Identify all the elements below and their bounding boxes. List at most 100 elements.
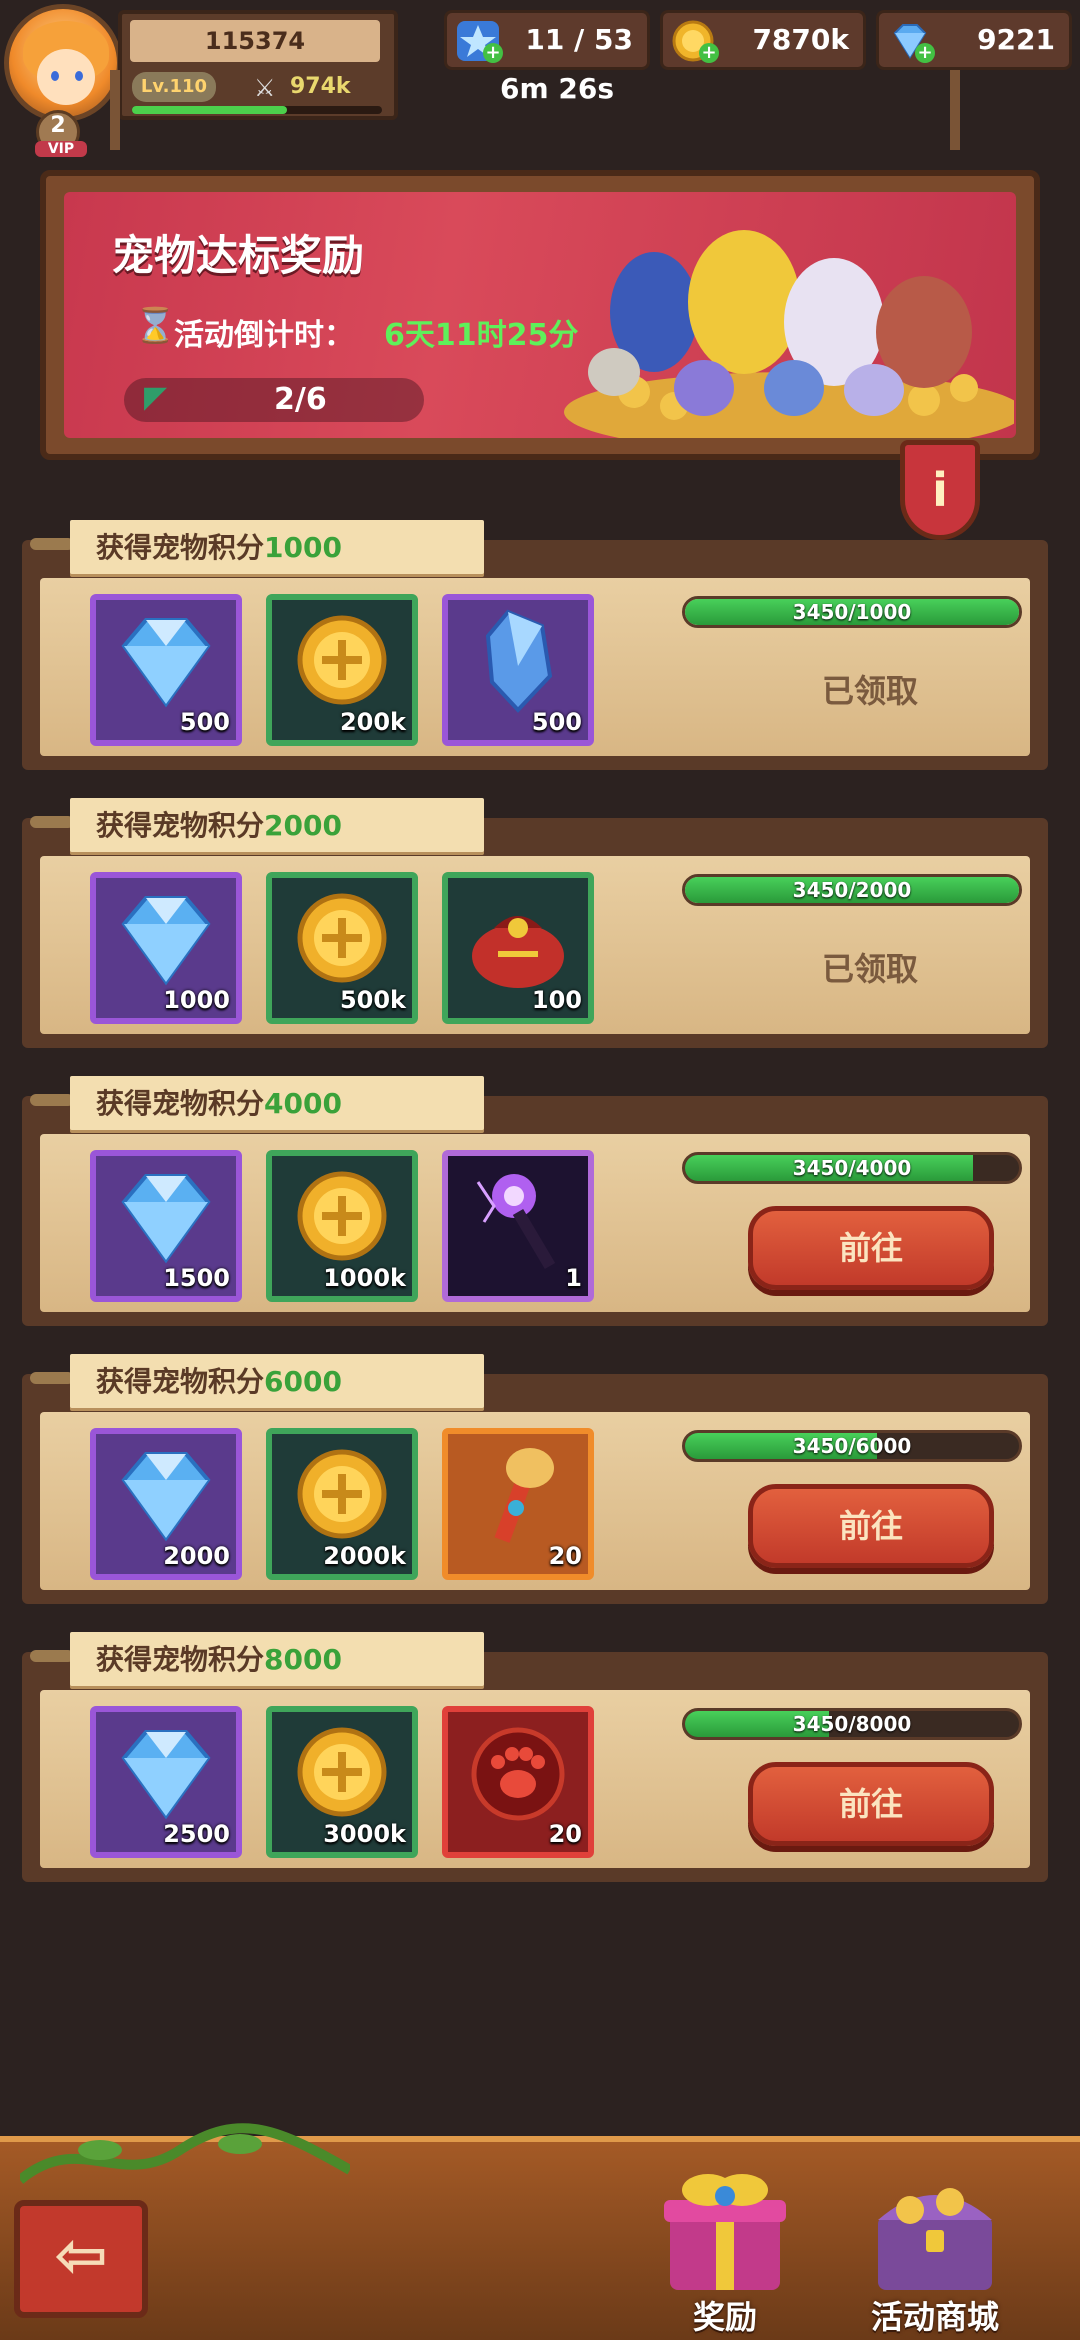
hourglass-icon: ⌛ xyxy=(134,306,177,346)
tab-rewards-label: 奖励 xyxy=(692,2298,757,2336)
event-banner: 宠物达标奖励 ⌛ 活动倒计时： 6天11时25分 ◤ 2/6 xyxy=(40,170,1040,460)
tier-title: 获得宠物积分6000 xyxy=(96,1362,342,1402)
tier-label: 获得宠物积分 xyxy=(96,1087,265,1120)
reward-item[interactable]: 100 xyxy=(442,872,594,1024)
reward-quantity: 2000k xyxy=(323,1542,406,1570)
gems-chip[interactable]: + 9221 xyxy=(876,10,1072,70)
reward-quantity: 2000 xyxy=(163,1542,230,1570)
reward-quantity: 3000k xyxy=(323,1820,406,1848)
reward-item[interactable]: 20 xyxy=(442,1706,594,1858)
back-button[interactable]: ⇦ xyxy=(14,2200,148,2318)
reward-item[interactable]: 1 xyxy=(442,1150,594,1302)
tier-progress-bar: 3450/4000 xyxy=(682,1152,1022,1184)
reward-quantity: 1000k xyxy=(323,1264,406,1292)
tier-label: 获得宠物积分 xyxy=(96,531,265,564)
reward-item[interactable]: 3000k xyxy=(266,1706,418,1858)
stamina-value: 11 / 53 xyxy=(525,23,633,56)
exp-bar xyxy=(132,106,382,114)
progress-text: 3450/2000 xyxy=(792,878,912,902)
reward-item[interactable]: 2000 xyxy=(90,1428,242,1580)
reward-quantity: 500 xyxy=(531,708,582,736)
progress-text: 3450/1000 xyxy=(792,600,912,624)
avatar-eye xyxy=(75,71,83,81)
reward-quantity: 1500 xyxy=(163,1264,230,1292)
reward-item[interactable]: 1500 xyxy=(90,1150,242,1302)
reward-item[interactable]: 500 xyxy=(90,594,242,746)
reward-item[interactable]: 200k xyxy=(266,594,418,746)
banner-title: 宠物达标奖励 xyxy=(112,231,365,280)
player-id: 115374 xyxy=(130,20,380,62)
go-button[interactable]: 前往 xyxy=(748,1484,994,1568)
rope-decoration xyxy=(30,538,74,550)
reward-item[interactable]: 2500 xyxy=(90,1706,242,1858)
reward-item[interactable]: 500 xyxy=(442,594,594,746)
reward-item[interactable]: 20 xyxy=(442,1428,594,1580)
reward-quantity: 20 xyxy=(548,1542,582,1570)
reward-tier-card: 获得宠物积分8000 2500 3000k 20 3450/8000 前往 xyxy=(22,1632,1048,1882)
exp-bar-fill xyxy=(132,106,287,114)
rope-decoration xyxy=(30,1094,74,1106)
player-level: Lv.110 xyxy=(132,72,216,102)
gold-chip[interactable]: + 7870k xyxy=(660,10,866,70)
stamina-chip[interactable]: + 11 / 53 xyxy=(444,10,650,70)
progress-text: 3450/8000 xyxy=(792,1712,912,1736)
vip-label: VIP xyxy=(35,141,87,157)
treasure-chest-icon xyxy=(878,2188,992,2290)
reward-item[interactable]: 500k xyxy=(266,872,418,1024)
banner-progress: 2/6 xyxy=(274,382,327,417)
tab-rewards[interactable]: 奖励 xyxy=(630,2160,820,2340)
add-stamina-icon[interactable]: + xyxy=(483,43,503,63)
avatar-face xyxy=(37,49,95,105)
tier-progress-bar: 3450/6000 xyxy=(682,1430,1022,1462)
rope-decoration xyxy=(30,1650,74,1662)
tier-label: 获得宠物积分 xyxy=(96,809,265,842)
progress-text: 3450/4000 xyxy=(792,1156,912,1180)
reward-item[interactable]: 1000 xyxy=(90,872,242,1024)
rope-decoration xyxy=(30,1372,74,1384)
tier-title: 获得宠物积分1000 xyxy=(96,528,342,568)
banner-rope-right xyxy=(950,70,960,150)
tier-points: 4000 xyxy=(264,1087,342,1120)
reward-quantity: 100 xyxy=(531,986,582,1014)
stamina-timer: 6m 26s xyxy=(500,72,615,105)
go-button[interactable]: 前往 xyxy=(748,1762,994,1846)
reward-tier-card: 获得宠物积分2000 1000 500k 100 3450/2000 已领取 xyxy=(22,798,1048,1048)
claimed-status: 已领取 xyxy=(822,950,919,988)
tier-label: 获得宠物积分 xyxy=(96,1643,265,1676)
progress-text: 3450/6000 xyxy=(792,1434,912,1458)
add-gold-icon[interactable]: + xyxy=(699,43,719,63)
flag-icon: ◤ xyxy=(144,380,168,415)
gift-box-icon xyxy=(664,2174,786,2290)
tier-points: 8000 xyxy=(264,1643,342,1676)
reward-quantity: 1000 xyxy=(163,986,230,1014)
tab-event-shop-label: 活动商城 xyxy=(870,2298,999,2336)
crossed-swords-icon: ⚔ xyxy=(254,74,276,102)
vip-level: 2 xyxy=(50,113,66,138)
vine-decoration xyxy=(20,2123,350,2184)
reward-tier-card: 获得宠物积分1000 500 200k 500 3450/1000 已领取 xyxy=(22,520,1048,770)
reward-item[interactable]: 1000k xyxy=(266,1150,418,1302)
add-gems-icon[interactable]: + xyxy=(915,43,935,63)
tier-title: 获得宠物积分4000 xyxy=(96,1084,342,1124)
tier-points: 2000 xyxy=(264,809,342,842)
tier-points: 1000 xyxy=(264,531,342,564)
player-avatar[interactable] xyxy=(4,4,122,122)
banner-rope-left xyxy=(110,70,120,150)
tier-title: 获得宠物积分8000 xyxy=(96,1640,342,1680)
banner-panel: 宠物达标奖励 ⌛ 活动倒计时： 6天11时25分 ◤ 2/6 xyxy=(64,192,1016,438)
claimed-status: 已领取 xyxy=(822,672,919,710)
vip-badge[interactable]: 2 VIP xyxy=(35,110,87,157)
info-icon: i xyxy=(932,463,948,517)
gems-value: 9221 xyxy=(977,23,1055,56)
reward-item[interactable]: 2000k xyxy=(266,1428,418,1580)
tier-progress-bar: 3450/1000 xyxy=(682,596,1022,628)
reward-tier-card: 获得宠物积分4000 1500 1000k 1 3450/4000 前往 xyxy=(22,1076,1048,1326)
tier-progress-bar: 3450/8000 xyxy=(682,1708,1022,1740)
countdown-label: 活动倒计时： xyxy=(174,318,354,353)
go-button[interactable]: 前往 xyxy=(748,1206,994,1290)
gold-value: 7870k xyxy=(752,23,849,56)
back-arrow-icon: ⇦ xyxy=(54,2219,108,2293)
avatar-eye xyxy=(51,71,59,81)
rope-decoration xyxy=(30,816,74,828)
tab-event-shop[interactable]: 活动商城 xyxy=(840,2160,1030,2340)
